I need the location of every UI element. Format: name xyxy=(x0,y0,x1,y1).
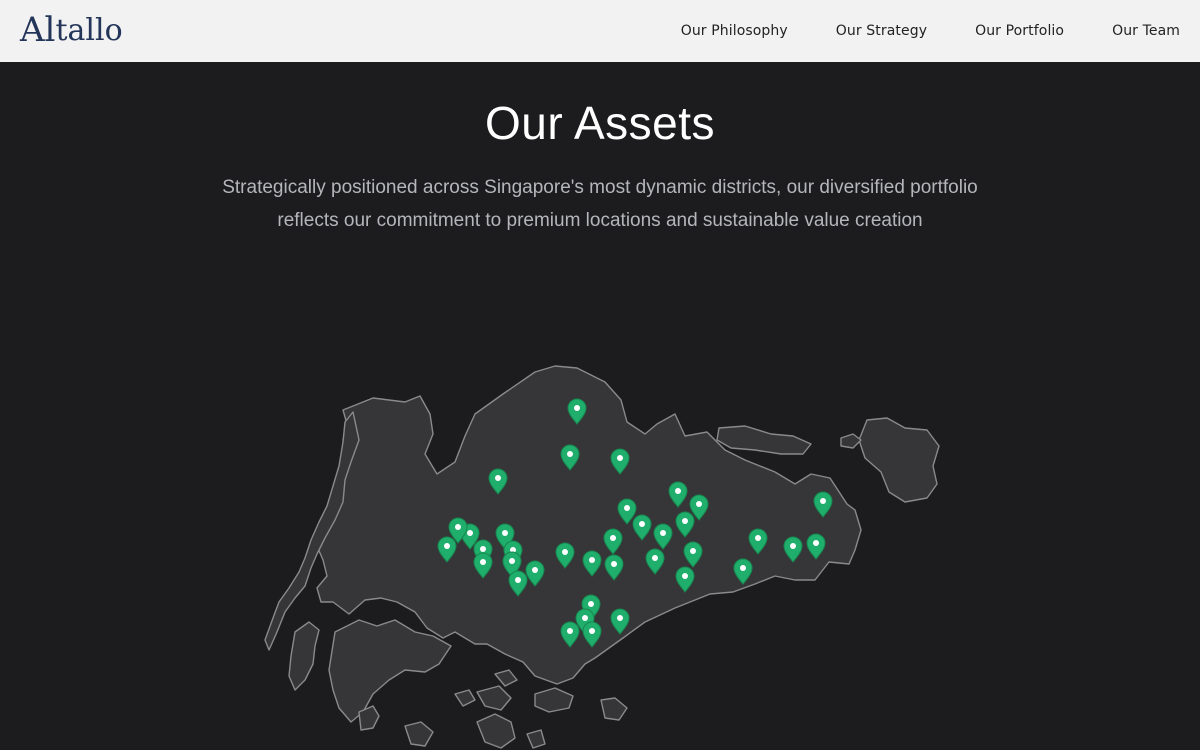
sentosa xyxy=(534,687,574,713)
nav-our-team[interactable]: Our Team xyxy=(1112,23,1180,39)
page-title: Our Assets xyxy=(485,97,715,149)
southern-island-3 xyxy=(476,713,516,749)
brand-logo[interactable]: Al tallo xyxy=(20,10,123,50)
main-nav: Our Philosophy Our Strategy Our Portfoli… xyxy=(681,0,1180,62)
southern-island-6 xyxy=(600,697,628,721)
assets-section: Our Assets Strategically positioned acro… xyxy=(0,62,1200,750)
pulau-ubin xyxy=(716,425,812,455)
nav-our-portfolio[interactable]: Our Portfolio xyxy=(975,23,1064,39)
island-west-1 xyxy=(288,621,320,691)
island-ne-small xyxy=(840,433,862,449)
map-land xyxy=(264,365,940,749)
section-subtitle: Strategically positioned across Singapor… xyxy=(222,177,978,231)
site-header: Al tallo Our Philosophy Our Strategy Our … xyxy=(0,0,1200,62)
southern-island-4 xyxy=(404,721,434,747)
southern-island-5 xyxy=(494,669,518,687)
jurong-island xyxy=(328,619,452,723)
nav-our-strategy[interactable]: Our Strategy xyxy=(836,23,927,39)
logo-initial: Al xyxy=(20,10,56,50)
nav-our-philosophy[interactable]: Our Philosophy xyxy=(681,23,788,39)
southern-island-2 xyxy=(476,685,512,711)
singapore-map xyxy=(255,302,955,750)
southern-island-7 xyxy=(526,729,546,749)
logo-text: tallo xyxy=(55,12,123,48)
pulau-tekong xyxy=(858,417,940,503)
southern-island-1 xyxy=(454,689,476,707)
